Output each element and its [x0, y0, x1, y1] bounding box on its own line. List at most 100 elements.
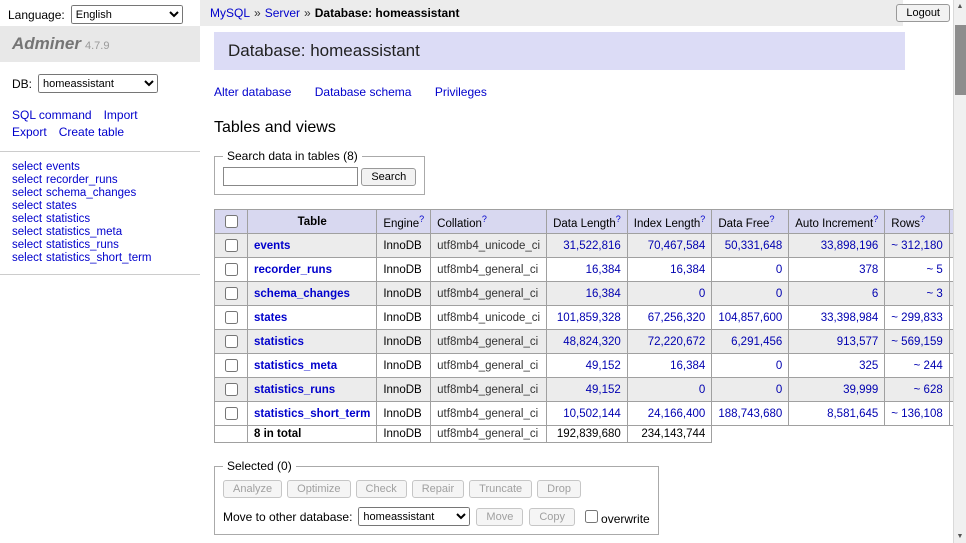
engine-cell: InnoDB — [377, 258, 431, 282]
sidebar-select-link[interactable]: select — [12, 213, 42, 225]
database-schema-link[interactable]: Database schema — [315, 85, 412, 99]
language-label: Language: — [8, 8, 65, 22]
app-name[interactable]: Adminer — [12, 34, 81, 53]
data-free-cell: 0 — [712, 354, 789, 378]
row-checkbox[interactable] — [225, 335, 238, 348]
optimize-button[interactable]: Optimize — [287, 480, 350, 498]
sidebar-table-link[interactable]: schema_changes — [46, 187, 136, 199]
rows-count-link[interactable]: ~ 136,108 — [891, 408, 942, 420]
breadcrumb-server-link[interactable]: Server — [265, 6, 300, 20]
table-row: schema_changes InnoDB utf8mb4_general_ci… — [215, 282, 954, 306]
header-index-length: Index Length? — [627, 210, 712, 234]
row-checkbox[interactable] — [225, 359, 238, 372]
rows-count-link[interactable]: ~ 5 — [926, 264, 942, 276]
sidebar-select-link[interactable]: select — [12, 239, 42, 251]
row-checkbox[interactable] — [225, 239, 238, 252]
move-button[interactable]: Move — [476, 508, 523, 526]
breadcrumb-mysql-link[interactable]: MySQL — [210, 6, 250, 20]
rows-count-link[interactable]: ~ 299,833 — [891, 312, 942, 324]
total-collation: utf8mb4_general_ci — [431, 426, 547, 443]
sidebar-link-import[interactable]: Import — [104, 108, 138, 122]
sidebar-select-link[interactable]: select — [12, 187, 42, 199]
sidebar-link-sql-command[interactable]: SQL command — [12, 108, 92, 122]
row-checkbox[interactable] — [225, 263, 238, 276]
table-name-link[interactable]: statistics_runs — [254, 384, 335, 396]
engine-cell: InnoDB — [377, 234, 431, 258]
privileges-link[interactable]: Privileges — [435, 85, 487, 99]
engine-cell: InnoDB — [377, 378, 431, 402]
total-data-length: 192,839,680 — [547, 426, 628, 443]
engine-help-link[interactable]: ? — [419, 214, 424, 224]
row-checkbox[interactable] — [225, 383, 238, 396]
total-blank-cell — [712, 426, 953, 443]
sidebar-table-item: select recorder_runs — [12, 174, 188, 187]
search-button[interactable]: Search — [361, 168, 416, 186]
overwrite-checkbox[interactable] — [585, 510, 598, 523]
select-all-checkbox[interactable] — [225, 215, 238, 228]
logout-button[interactable]: Logout — [896, 4, 950, 22]
auto-increment-help-link[interactable]: ? — [873, 214, 878, 224]
copy-button[interactable]: Copy — [529, 508, 575, 526]
data-free-help-link[interactable]: ? — [769, 214, 774, 224]
db-select[interactable]: homeassistant — [38, 74, 158, 93]
repair-button[interactable]: Repair — [412, 480, 464, 498]
language-select[interactable]: English — [71, 5, 183, 24]
sidebar-table-item: select statistics — [12, 213, 188, 226]
truncate-button[interactable]: Truncate — [469, 480, 532, 498]
auto-increment-cell: 8,581,645 — [789, 402, 885, 426]
language-area: Language: English — [8, 5, 183, 24]
auto-increment-cell: 6 — [789, 282, 885, 306]
table-name-link[interactable]: recorder_runs — [254, 264, 332, 276]
overwrite-label: overwrite — [601, 512, 650, 526]
check-button[interactable]: Check — [356, 480, 407, 498]
move-db-select[interactable]: homeassistant — [358, 507, 470, 526]
sidebar-table-link[interactable]: events — [46, 161, 80, 173]
rows-count-link[interactable]: ~ 569,159 — [891, 336, 942, 348]
scrollbar-thumb[interactable] — [955, 25, 966, 95]
collation-cell: utf8mb4_unicode_ci — [431, 306, 547, 330]
sidebar-table-link[interactable]: statistics_runs — [46, 239, 119, 251]
scroll-up-icon[interactable]: ▲ — [954, 0, 966, 13]
rows-count-link[interactable]: ~ 628 — [914, 384, 943, 396]
db-nav-links: Alter database Database schema Privilege… — [214, 85, 905, 99]
index-length-cell: 67,256,320 — [627, 306, 712, 330]
row-checkbox[interactable] — [225, 407, 238, 420]
sidebar-table-link[interactable]: statistics_short_term — [46, 252, 151, 264]
scroll-down-icon[interactable]: ▼ — [954, 530, 966, 543]
row-checkbox[interactable] — [225, 287, 238, 300]
data-length-cell: 48,824,320 — [547, 330, 628, 354]
sidebar-link-export[interactable]: Export — [12, 125, 47, 139]
row-checkbox[interactable] — [225, 311, 238, 324]
sidebar-select-link[interactable]: select — [12, 200, 42, 212]
sidebar-table-link[interactable]: recorder_runs — [46, 174, 118, 186]
table-name-link[interactable]: statistics_short_term — [254, 408, 370, 420]
index-length-help-link[interactable]: ? — [700, 214, 705, 224]
table-name-link[interactable]: events — [254, 240, 290, 252]
search-input[interactable] — [223, 167, 358, 186]
rows-count-link[interactable]: ~ 3 — [926, 288, 942, 300]
table-name-link[interactable]: statistics_meta — [254, 360, 337, 372]
rows-help-link[interactable]: ? — [920, 214, 925, 224]
sidebar-select-link[interactable]: select — [12, 226, 42, 238]
data-length-help-link[interactable]: ? — [616, 214, 621, 224]
breadcrumb-separator: » — [304, 6, 311, 20]
drop-button[interactable]: Drop — [537, 480, 581, 498]
alter-database-link[interactable]: Alter database — [214, 85, 291, 99]
rows-count-link[interactable]: ~ 312,180 — [891, 240, 942, 252]
sidebar-select-link[interactable]: select — [12, 174, 42, 186]
collation-cell: utf8mb4_general_ci — [431, 402, 547, 426]
sidebar-link-create-table[interactable]: Create table — [59, 125, 124, 139]
table-name-link[interactable]: statistics — [254, 336, 304, 348]
sidebar-table-list: selectevents selectrecorder_runs selects… — [0, 152, 200, 274]
sidebar-select-link[interactable]: select — [12, 161, 42, 173]
sidebar-table-link[interactable]: states — [46, 200, 77, 212]
sidebar-table-link[interactable]: statistics_meta — [46, 226, 122, 238]
sidebar-select-link[interactable]: select — [12, 252, 42, 264]
vertical-scrollbar[interactable]: ▲ ▼ — [953, 0, 966, 543]
rows-count-link[interactable]: ~ 244 — [914, 360, 943, 372]
collation-help-link[interactable]: ? — [482, 214, 487, 224]
table-name-link[interactable]: states — [254, 312, 287, 324]
table-name-link[interactable]: schema_changes — [254, 288, 350, 300]
analyze-button[interactable]: Analyze — [223, 480, 282, 498]
sidebar-table-link[interactable]: statistics — [46, 213, 90, 225]
